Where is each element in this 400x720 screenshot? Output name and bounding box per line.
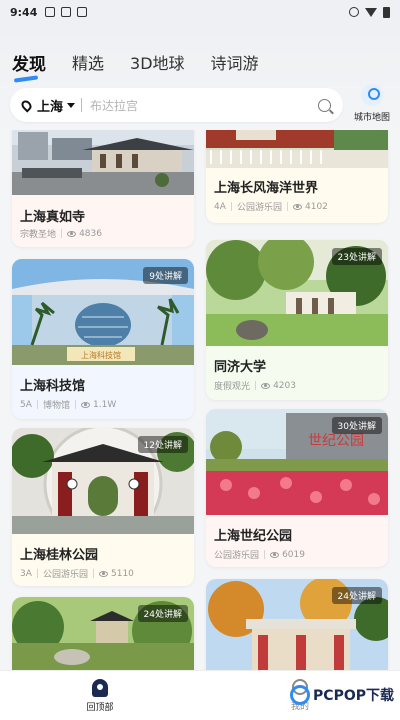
city-map-button[interactable]: 城市地图 bbox=[350, 84, 394, 123]
attraction-meta: 5A | 博物馆 | 1.1W bbox=[20, 399, 117, 412]
attraction-name: 同济大学 bbox=[214, 360, 267, 375]
attraction-level: 3A bbox=[20, 568, 32, 579]
chevron-down-icon[interactable] bbox=[67, 102, 76, 108]
view-count: 1.1W bbox=[93, 399, 117, 410]
attraction-tag: 公园游乐园 bbox=[42, 570, 88, 580]
view-count: 4836 bbox=[79, 228, 102, 239]
audio-guide-badge: 24处讲解 bbox=[331, 587, 382, 604]
audio-guide-badge: 24处讲解 bbox=[137, 605, 188, 622]
top-tabs: 发现 精选 3D地球 诗词游 bbox=[12, 50, 259, 75]
park-sign: 世纪公园 bbox=[308, 433, 364, 449]
search-input[interactable]: 布达拉宫 bbox=[90, 97, 318, 114]
bottom-nav: 回顶部 我的 PCPOP下载 bbox=[0, 670, 400, 720]
notification-icon bbox=[45, 7, 56, 17]
city-selector[interactable]: 上海 bbox=[37, 96, 63, 115]
attraction-tag: 宗教圣地 bbox=[20, 230, 57, 240]
header: 发现 精选 3D地球 诗词游 上海 布达拉宫 城市地图 bbox=[0, 24, 400, 136]
attraction-name: 上海桂林公园 bbox=[20, 548, 99, 563]
location-pin-icon bbox=[19, 97, 34, 113]
tab-featured[interactable]: 精选 bbox=[72, 50, 104, 75]
view-count: 4203 bbox=[273, 380, 296, 391]
status-bar: 9:44 bbox=[0, 0, 400, 24]
attraction-card[interactable]: 上海真如寺 宗教圣地 | 4836 bbox=[12, 130, 194, 247]
attraction-meta: 度假观光 | 4203 bbox=[214, 380, 296, 393]
search-bar[interactable]: 上海 布达拉宫 bbox=[10, 88, 343, 122]
attraction-image bbox=[12, 130, 194, 195]
attraction-tag: 度假观光 bbox=[214, 382, 251, 392]
attraction-meta: 3A | 公园游乐园 | 5110 bbox=[20, 568, 134, 581]
view-count: 4102 bbox=[305, 201, 328, 212]
eye-icon bbox=[67, 230, 77, 237]
attraction-tag: 公园游乐园 bbox=[214, 551, 260, 561]
attraction-name: 上海世纪公园 bbox=[214, 529, 293, 544]
audio-guide-badge: 12处讲解 bbox=[137, 436, 188, 453]
watermark-text: PCPOP下载 bbox=[313, 688, 394, 704]
attraction-feed[interactable]: 上海真如寺 宗教圣地 | 4836 上海长风海洋世界 4A | 公园游乐园 | … bbox=[0, 130, 400, 670]
attraction-tag: 公园游乐园 bbox=[236, 203, 282, 213]
attraction-card[interactable]: 24处讲解 bbox=[206, 579, 388, 670]
attraction-card[interactable]: 上海长风海洋世界 4A | 公园游乐园 | 4102 bbox=[206, 130, 388, 223]
eye-icon bbox=[261, 382, 271, 389]
attraction-card[interactable]: 12处讲解 上海桂林公园 3A | 公园游乐园 | 5110 bbox=[12, 428, 194, 586]
eye-icon bbox=[81, 401, 90, 408]
attraction-card[interactable]: 世纪公园 30处讲解 上海世纪公园 公园游乐园 | 6019 bbox=[206, 409, 388, 567]
attraction-card[interactable]: 上海科技馆 9处讲解 上海科技馆 5A | 博物馆 | 1.1W bbox=[12, 259, 194, 419]
eye-icon bbox=[270, 551, 280, 558]
watermark: PCPOP下载 bbox=[290, 685, 394, 705]
attraction-meta: 宗教圣地 | 4836 bbox=[20, 228, 102, 241]
attraction-name: 上海科技馆 bbox=[20, 379, 86, 394]
attraction-meta: 4A | 公园游乐园 | 4102 bbox=[214, 201, 328, 214]
attraction-level: 4A bbox=[214, 201, 226, 212]
status-time: 9:44 bbox=[10, 5, 38, 19]
divider bbox=[81, 98, 83, 112]
audio-guide-badge: 30处讲解 bbox=[331, 417, 382, 434]
view-count: 6019 bbox=[282, 549, 305, 560]
map-icon bbox=[361, 84, 383, 106]
back-to-top-button[interactable]: 回顶部 bbox=[82, 679, 118, 713]
attraction-name: 上海真如寺 bbox=[20, 210, 86, 225]
notification-icon-2 bbox=[61, 7, 72, 17]
dnd-icon bbox=[349, 7, 359, 17]
city-map-label: 城市地图 bbox=[353, 113, 390, 123]
watermark-logo-icon bbox=[290, 685, 311, 705]
eye-icon bbox=[99, 570, 108, 577]
tab-discover[interactable]: 发现 bbox=[12, 50, 46, 75]
audio-guide-badge: 23处讲解 bbox=[331, 248, 382, 265]
attraction-meta: 公园游乐园 | 6019 bbox=[214, 549, 305, 562]
back-to-top-label: 回顶部 bbox=[86, 703, 114, 713]
eye-icon bbox=[293, 203, 302, 210]
attraction-name: 上海长风海洋世界 bbox=[214, 181, 319, 196]
attraction-card[interactable]: 24处讲解 bbox=[12, 597, 194, 670]
rocket-icon bbox=[92, 679, 108, 697]
attraction-tag: 博物馆 bbox=[42, 401, 70, 411]
view-count: 5110 bbox=[111, 568, 134, 579]
museum-sign: 上海科技馆 bbox=[81, 350, 121, 360]
notification-icon-3 bbox=[77, 7, 88, 17]
attraction-image bbox=[206, 130, 388, 168]
wifi-icon bbox=[365, 7, 377, 17]
battery-icon bbox=[383, 6, 390, 18]
audio-guide-badge: 9处讲解 bbox=[143, 267, 188, 284]
tab-poetry-tour[interactable]: 诗词游 bbox=[211, 50, 259, 75]
attraction-level: 5A bbox=[20, 399, 32, 410]
attraction-card[interactable]: 23处讲解 同济大学 度假观光 | 4203 bbox=[206, 240, 388, 400]
tab-3d-earth[interactable]: 3D地球 bbox=[130, 50, 185, 75]
search-icon[interactable] bbox=[318, 98, 331, 112]
